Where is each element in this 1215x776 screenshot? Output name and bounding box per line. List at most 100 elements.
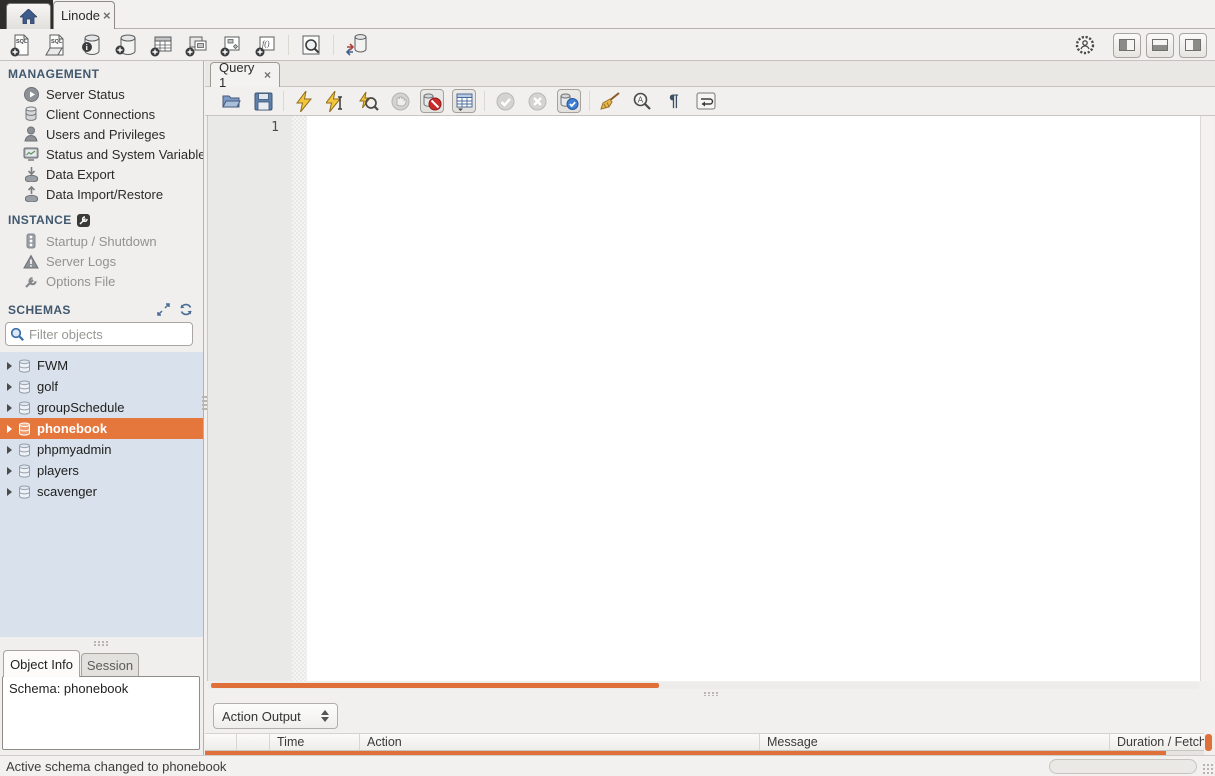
create-schema-button[interactable] [113,32,139,58]
tab-label: Object Info [10,657,73,672]
data-import-export-button[interactable] [343,32,369,58]
close-query-tab-icon[interactable]: × [264,68,271,82]
output-selector[interactable]: Action Output [213,703,338,729]
toggle-stop-on-error-button[interactable] [420,89,444,113]
query-tabstrip: Query 1 × [205,61,1215,87]
sidebar-item-startup-shutdown[interactable]: Startup / Shutdown [0,231,203,251]
schema-row-players[interactable]: players [0,460,203,481]
open-sql-script-button[interactable]: SQL [43,32,69,58]
scrollbar-thumb[interactable] [211,683,659,688]
column-time[interactable]: Time [270,734,360,750]
commit-button[interactable] [493,89,517,113]
toggle-bottom-panel-button[interactable] [1146,33,1174,58]
tab-session[interactable]: Session [81,653,139,677]
sidebar-item-options-file[interactable]: Options File [0,271,203,291]
sidebar-item-label: Data Import/Restore [46,187,163,202]
column-index[interactable] [237,734,270,750]
editor-vertical-scrollbar[interactable] [1200,116,1213,681]
schema-row-golf[interactable]: golf [0,376,203,397]
schema-row-scavenger[interactable]: scavenger [0,481,203,502]
expander-icon[interactable] [7,467,12,475]
close-tab-icon[interactable]: × [103,8,111,23]
schema-row-phpmyadmin[interactable]: phpmyadmin [0,439,203,460]
expander-icon[interactable] [7,446,12,454]
svg-text:SQL: SQL [16,39,28,45]
sidebar-item-data-export[interactable]: Data Export [0,164,203,184]
window-tabstrip: Linode × [0,0,1215,29]
expander-icon[interactable] [7,425,12,433]
limit-rows-button[interactable] [452,89,476,113]
toolbar-separator [288,35,289,55]
schema-filter-input[interactable] [29,327,188,342]
column-duration[interactable]: Duration / Fetch [1110,734,1204,750]
execute-current-statement-button[interactable] [324,89,348,113]
sql-editor[interactable]: 1 [207,116,1213,681]
startup-shutdown-icon [23,233,39,249]
home-tab[interactable] [6,3,51,29]
toggle-right-panel-button[interactable] [1179,33,1207,58]
stop-button[interactable] [388,89,412,113]
schema-filter-box [5,322,193,346]
sidebar-item-label: Status and System Variables [46,147,203,162]
window-resize-grip[interactable] [1202,763,1214,775]
explain-button[interactable] [356,89,380,113]
toggle-left-panel-button[interactable] [1113,33,1141,58]
execute-button[interactable] [292,89,316,113]
schema-icon [18,359,31,373]
expander-icon[interactable] [7,362,12,370]
show-invisibles-button[interactable]: ¶ [662,89,686,113]
output-vertical-scrollbar-thumb[interactable] [1205,734,1212,751]
find-button[interactable]: A [630,89,654,113]
connection-tab-label: Linode [61,8,100,23]
open-script-button[interactable] [219,89,243,113]
column-message[interactable]: Message [760,734,1110,750]
create-table-button[interactable] [148,32,174,58]
options-file-icon [23,273,39,289]
sidebar-item-data-import[interactable]: Data Import/Restore [0,184,203,204]
schema-name: FWM [37,358,68,373]
users-icon [23,126,39,142]
sidebar-item-system-variables[interactable]: Status and System Variables [0,144,203,164]
expander-icon[interactable] [7,404,12,412]
data-import-icon [23,186,39,202]
server-info-button[interactable]: i [78,32,104,58]
toggle-autocommit-button[interactable] [557,89,581,113]
toggle-wrap-button[interactable] [694,89,718,113]
sidebar-item-server-status[interactable]: Server Status [0,84,203,104]
schema-name: players [37,463,79,478]
schema-row-phonebook[interactable]: phonebook [0,418,203,439]
sidebar-item-label: Options File [46,274,115,289]
sidebar-item-label: Users and Privileges [46,127,165,142]
sidebar-item-server-logs[interactable]: Server Logs [0,251,203,271]
beautify-button[interactable] [598,89,622,113]
sidebar-item-label: Server Status [46,87,125,102]
refresh-schemas-icon[interactable] [179,303,193,316]
create-view-button[interactable] [183,32,209,58]
query-tab-1[interactable]: Query 1 × [210,62,280,87]
sidebar-item-client-connections[interactable]: Client Connections [0,104,203,124]
schema-icon [18,422,31,436]
editor-horizontal-scrollbar[interactable] [208,682,1199,689]
create-procedure-button[interactable] [218,32,244,58]
search-table-data-button[interactable] [298,32,324,58]
schema-row-fwm[interactable]: FWM [0,355,203,376]
admin-gear-icon[interactable] [1072,32,1098,58]
expander-icon[interactable] [7,383,12,391]
sidebar-splitter-handle[interactable] [94,641,108,646]
expander-icon[interactable] [7,488,12,496]
tab-object-info[interactable]: Object Info [3,650,80,677]
line-number: 1 [271,120,279,135]
toolbar-right-group [1072,32,1207,58]
schema-row-groupschedule[interactable]: groupSchedule [0,397,203,418]
column-icon[interactable] [205,734,237,750]
connection-tab-linode[interactable]: Linode × [53,1,115,29]
new-sql-tab-button[interactable]: SQL [8,32,34,58]
rollback-button[interactable] [525,89,549,113]
column-action[interactable]: Action [360,734,760,750]
svg-text:A: A [638,96,644,105]
save-script-button[interactable] [251,89,275,113]
create-function-button[interactable]: f() [253,32,279,58]
sidebar-item-users-privileges[interactable]: Users and Privileges [0,124,203,144]
expand-schemas-icon[interactable] [157,303,170,316]
schema-name: scavenger [37,484,97,499]
